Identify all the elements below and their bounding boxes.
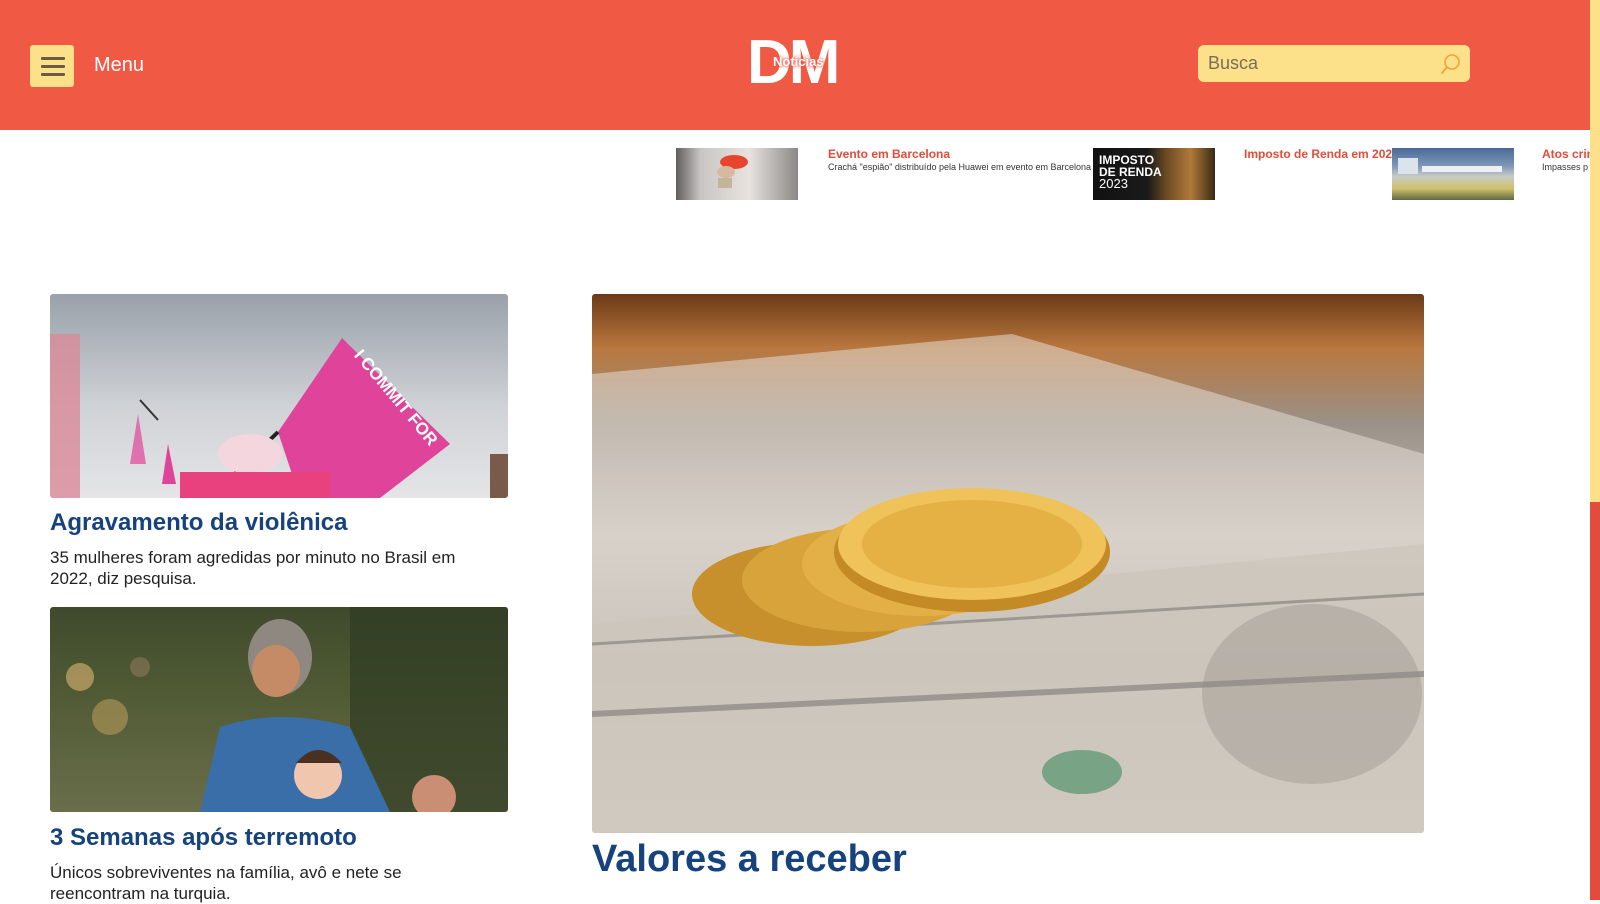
article-image[interactable] [50,607,508,812]
news-ticker: Evento em Barcelona Crachá "espião" dist… [0,130,1590,210]
article-title[interactable]: Agravamento da violênica [50,509,347,537]
logo-subtitle: Notícias [773,54,824,69]
featured-article-image[interactable] [592,294,1424,833]
building-photo-icon [1398,158,1502,174]
ticker-item-title[interactable]: Imposto de Renda em 2023 [1244,147,1392,161]
ticker-item-title[interactable]: Atos criminosos [1542,147,1590,161]
ticker-thumbnail[interactable] [1392,148,1514,200]
search-box [1198,45,1470,82]
ticker-thumbnail[interactable]: IMPOSTO DE RENDA 2023 [1093,148,1215,200]
menu-label[interactable]: Menu [94,54,144,77]
search-icon[interactable] [1440,53,1462,75]
article-description: 35 mulheres foram agredidas por minuto n… [50,548,456,588]
badge-photo-icon [717,155,748,188]
article-title[interactable]: 3 Semanas após terremoto [50,824,357,852]
protest-photo-icon [50,334,508,498]
scrollbar-thumb[interactable] [1590,502,1600,900]
ticker-thumbnail[interactable] [676,148,798,200]
article-image[interactable]: I COMMIT FOR [50,294,508,498]
article-description: Únicos sobreviventes na família, avô e n… [50,863,402,903]
featured-article-title[interactable]: Valores a receber [592,838,907,881]
family-photo-icon [66,607,508,812]
ticker-item-subtitle: Impasses p [1542,162,1589,172]
thumb-text: 2023 [1099,176,1128,191]
site-logo[interactable]: DM Notícias [747,31,851,95]
ticker-item-subtitle: Crachá "espião" distribuído pela Huawei … [828,162,1092,172]
ticker-item-title[interactable]: Evento em Barcelona [828,147,950,161]
site-header: Menu DM Notícias [0,0,1590,130]
search-input[interactable] [1198,45,1438,82]
coins-and-money-icon [592,334,1424,833]
menu-button[interactable] [30,45,74,87]
